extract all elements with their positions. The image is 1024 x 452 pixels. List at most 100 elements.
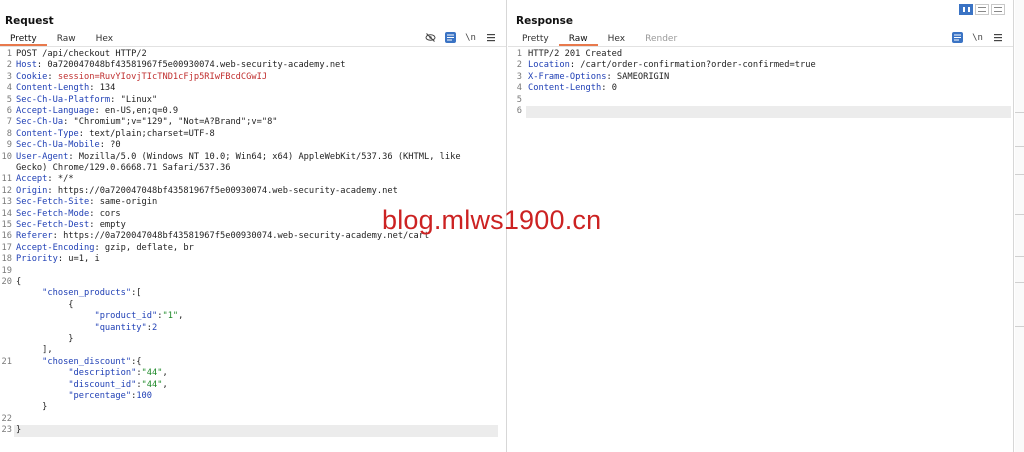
- json-punct: :{: [131, 356, 142, 367]
- json-key: "chosen_discount": [42, 356, 132, 367]
- message-icon[interactable]: [445, 32, 456, 43]
- json-punct: ,: [162, 379, 168, 390]
- header-value: */*: [52, 174, 74, 185]
- header-name: Sec-Ch-Ua-Platform: [16, 94, 111, 105]
- header-value: /cart/order-confirmation?order-confirmed…: [575, 60, 816, 71]
- header-value: https://0a720047048bf43581967f5e00930074…: [57, 231, 430, 242]
- watermark: blog.mlws1900.cn: [382, 205, 602, 235]
- line-number: 4: [6, 83, 12, 94]
- request-tab-pretty[interactable]: Pretty: [0, 33, 47, 46]
- header-name: Accept-Encoding: [16, 242, 95, 253]
- message-icon[interactable]: [952, 32, 963, 43]
- line-number: 6: [6, 106, 12, 116]
- request-title: Request: [5, 15, 54, 27]
- menu-icon[interactable]: [992, 32, 1003, 43]
- header-name: Sec-Fetch-Site: [16, 197, 90, 208]
- code-line: Cookie: session=RuvYIovjTIcTND1cFjp5RIwF…: [16, 72, 502, 82]
- json-string: "1": [162, 311, 179, 322]
- code-line: X-Frame-Options: SAMEORIGIN: [528, 72, 1009, 82]
- line-number: 15: [1, 220, 12, 230]
- header-name: Content-Length: [528, 83, 602, 94]
- json-key: "chosen_products": [42, 288, 132, 299]
- header-name: X-Frame-Options: [528, 71, 607, 82]
- request-tab-hex[interactable]: Hex: [86, 33, 123, 46]
- code-line: Priority: u=1, i: [16, 254, 502, 264]
- header-name: Content-Length: [16, 83, 90, 94]
- line-number: 12: [1, 185, 12, 196]
- line-number: 18: [1, 254, 12, 265]
- json-key: "quantity": [94, 322, 147, 333]
- eye-off-icon[interactable]: [425, 32, 436, 43]
- json-punct: ,: [178, 311, 184, 322]
- json-key: "description": [68, 368, 137, 379]
- code-line: Sec-Ch-Ua-Platform: "Linux": [16, 95, 502, 105]
- code-line: }: [16, 402, 48, 413]
- tabs-layout-icon[interactable]: [991, 4, 1005, 15]
- header-name: Accept: [16, 174, 48, 185]
- line-number: 23: [1, 425, 12, 436]
- line-number: 17: [1, 242, 12, 253]
- header-value: 134: [94, 83, 116, 94]
- response-tabs: Pretty Raw Hex Render: [512, 33, 687, 46]
- line-number: 6: [516, 106, 522, 116]
- code-line: "percentage":100: [16, 391, 502, 401]
- line-number: 11: [1, 174, 12, 185]
- json-number: 2: [152, 322, 158, 333]
- code-line: "chosen_discount":{: [16, 357, 502, 367]
- split-vertical-icon[interactable]: [959, 4, 973, 15]
- request-divider: [0, 46, 506, 47]
- code-line: }: [16, 334, 74, 344]
- header-name: Origin: [16, 185, 48, 196]
- code-line: {: [16, 299, 74, 310]
- line-number: 21: [1, 356, 12, 367]
- line-number: 14: [1, 208, 12, 219]
- current-line-highlight: [526, 106, 1011, 118]
- code-line: "product_id":"1",: [16, 311, 502, 321]
- json-number: 100: [136, 391, 153, 401]
- header-name: Cookie: [16, 71, 48, 82]
- code-line: Accept: */*: [16, 174, 502, 184]
- code-line: Host: 0a720047048bf43581967f5e00930074.w…: [16, 60, 502, 70]
- header-value: session=RuvYIovjTIcTND1cFjp5RIwFBcdCGwIJ: [52, 71, 268, 82]
- header-value: empty: [94, 220, 126, 230]
- newline-toggle[interactable]: \n: [465, 32, 476, 43]
- code-line: "discount_id":"44",: [16, 380, 502, 390]
- code-line: }: [16, 425, 22, 436]
- header-name: Host: [16, 60, 37, 71]
- newline-toggle[interactable]: \n: [972, 32, 983, 43]
- json-punct: :[: [131, 288, 142, 299]
- split-horizontal-icon[interactable]: [975, 4, 989, 15]
- response-toolbar: \n: [952, 32, 1003, 43]
- header-name: Referer: [16, 231, 53, 242]
- code-line: Location: /cart/order-confirmation?order…: [528, 60, 1009, 70]
- header-name: Sec-Ch-Ua: [16, 117, 64, 128]
- code-line: Sec-Ch-Ua: "Chromium";v="129", "Not=A?Br…: [16, 117, 502, 127]
- response-tab-raw[interactable]: Raw: [558, 33, 598, 46]
- header-value: https://0a720047048bf43581967f5e00930074…: [52, 185, 398, 196]
- response-tab-pretty[interactable]: Pretty: [512, 33, 559, 46]
- line-number: 2: [6, 60, 12, 71]
- header-value: gzip, deflate, br: [99, 242, 194, 253]
- line-number: 2: [516, 60, 522, 71]
- line-number: 5: [516, 94, 522, 105]
- code-line: "chosen_products":[: [16, 288, 502, 298]
- header-value: u=1, i: [63, 254, 100, 265]
- menu-icon[interactable]: [485, 32, 496, 43]
- line-number: 8: [6, 128, 12, 139]
- header-value: cors: [94, 208, 121, 219]
- code-line: Accept-Language: en-US,en;q=0.9: [16, 106, 502, 116]
- line-number: 5: [6, 94, 12, 105]
- code-line: Content-Length: 134: [16, 83, 502, 93]
- layout-switcher: [959, 4, 1005, 15]
- response-tab-hex[interactable]: Hex: [598, 33, 635, 46]
- code-line: {: [16, 277, 22, 287]
- response-tab-render[interactable]: Render: [635, 33, 687, 46]
- line-number: 19: [1, 265, 12, 276]
- header-name: Sec-Fetch-Mode: [16, 208, 90, 219]
- request-tab-raw[interactable]: Raw: [47, 33, 86, 46]
- header-value: same-origin: [94, 197, 158, 208]
- line-number: 1: [6, 49, 12, 59]
